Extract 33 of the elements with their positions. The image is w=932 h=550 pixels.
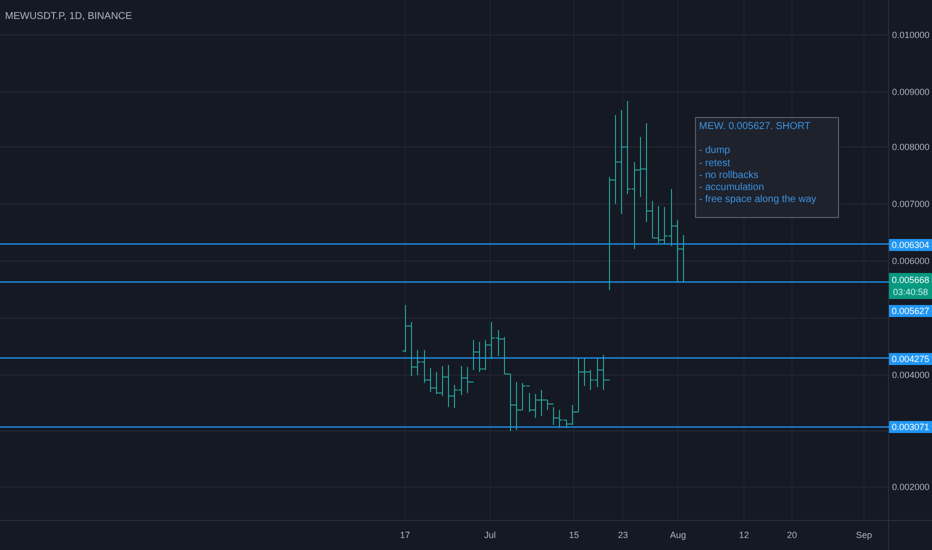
price-axis-label: 0.008000 [892, 142, 930, 152]
price-level-line[interactable] [0, 426, 889, 428]
price-tag: 0.006304 [889, 239, 932, 251]
time-axis-label: Sep [856, 530, 872, 540]
note-line: - free space along the way [699, 194, 818, 207]
symbol-title: MEWUSDT.P, 1D, BINANCE [5, 11, 132, 22]
time-axis-label: 20 [787, 530, 797, 540]
time-axis-label: 12 [739, 530, 749, 540]
price-level-line[interactable] [0, 357, 889, 359]
time-axis-label: 15 [569, 530, 579, 540]
note-line: - no rollbacks [699, 170, 760, 182]
note-title: MEW. 0.005627. SHORT [699, 121, 812, 134]
time-axis-label: Aug [670, 530, 686, 540]
price-tag: 0.003071 [889, 421, 932, 433]
price-axis-label: 0.007000 [892, 199, 930, 209]
time-axis-label: 23 [618, 530, 628, 540]
price-tag: 0.005627 [889, 305, 932, 317]
note-line: - dump [699, 145, 732, 158]
price-tag: 0.004275 [889, 353, 932, 365]
price-level-line[interactable] [0, 281, 889, 283]
price-axis-label: 0.004000 [892, 370, 930, 380]
price-axis-label: 0.010000 [892, 30, 930, 40]
price-axis-label: 0.009000 [892, 87, 930, 97]
time-axis-label: 17 [400, 530, 410, 540]
price-axis-label: 0.002000 [892, 482, 930, 492]
note-line: - retest [699, 158, 732, 170]
time-axis-label: Jul [484, 530, 496, 540]
note-line: - accumulation [699, 182, 766, 194]
note-box[interactable]: MEW. 0.005627. SHORT - dump - retest - no rollbacks - accumulation - free space along the way [695, 117, 839, 218]
bar-countdown: 03:40:58 [892, 286, 928, 298]
price-level-line[interactable] [0, 243, 889, 245]
last-price: 0.005668 [892, 274, 930, 286]
price-axis-label: 0.006000 [892, 256, 930, 266]
